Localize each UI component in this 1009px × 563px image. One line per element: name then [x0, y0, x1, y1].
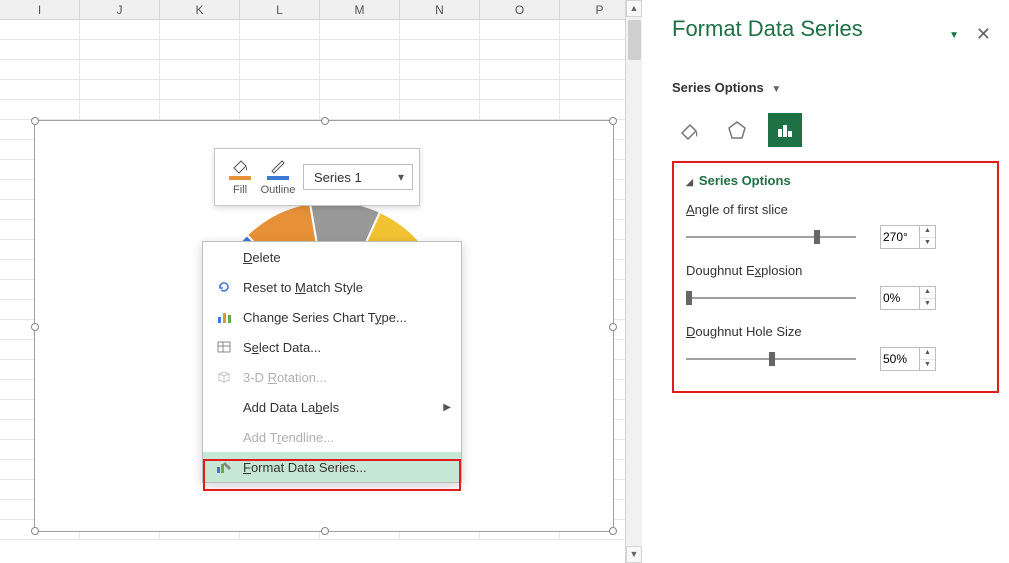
col-hdr-N[interactable]: N [400, 0, 480, 19]
section-header[interactable]: Series Options [686, 173, 979, 188]
pane-category-icons [672, 113, 999, 147]
series-options-section: Series Options Angle of first slice ▲▼ D… [672, 161, 999, 393]
pen-icon [269, 158, 287, 174]
select-data-icon [213, 336, 235, 358]
angle-spinner[interactable]: ▲▼ [880, 225, 936, 249]
col-hdr-I[interactable]: I [0, 0, 80, 19]
hole-input[interactable] [881, 348, 919, 370]
ctx-change-type[interactable]: Change Series Chart Type... [203, 302, 461, 332]
close-icon[interactable]: ✕ [976, 24, 991, 45]
ctx-reset[interactable]: Reset to Match Style [203, 272, 461, 302]
fill-label: Fill [233, 184, 247, 196]
outline-button[interactable]: Outline [259, 158, 297, 196]
explosion-label: Doughnut Explosion [686, 263, 979, 278]
ctx-format-series[interactable]: Format Data Series... [203, 452, 461, 482]
ctx-add-labels[interactable]: Add Data Labels ▶ [203, 392, 461, 422]
resize-handle[interactable] [31, 323, 39, 331]
explosion-input[interactable] [881, 287, 919, 309]
format-pane: Format Data Series ▼ ✕ Series Options ▼ … [672, 16, 999, 393]
col-hdr-L[interactable]: L [240, 0, 320, 19]
scroll-down-button[interactable]: ▼ [626, 546, 642, 563]
hole-label: Doughnut Hole Size [686, 324, 979, 339]
explosion-slider[interactable] [686, 291, 856, 305]
ctx-add-trendline: Add Trendline... [203, 422, 461, 452]
col-hdr-J[interactable]: J [80, 0, 160, 19]
series-selector-value: Series 1 [314, 170, 362, 185]
col-hdr-O[interactable]: O [480, 0, 560, 19]
effects-tab[interactable] [720, 113, 754, 147]
hole-spinner[interactable]: ▲▼ [880, 347, 936, 371]
resize-handle[interactable] [321, 117, 329, 125]
spin-up-icon[interactable]: ▲ [920, 348, 935, 360]
scroll-up-button[interactable]: ▲ [626, 0, 642, 17]
scroll-thumb[interactable] [628, 20, 641, 60]
resize-handle[interactable] [31, 527, 39, 535]
col-hdr-K[interactable]: K [160, 0, 240, 19]
series-options-tab[interactable] [768, 113, 802, 147]
explosion-spinner[interactable]: ▲▼ [880, 286, 936, 310]
spin-up-icon[interactable]: ▲ [920, 287, 935, 299]
angle-input[interactable] [881, 226, 919, 248]
column-headers: I J K L M N O P [0, 0, 641, 20]
spin-down-icon[interactable]: ▼ [920, 360, 935, 371]
angle-slider[interactable] [686, 230, 856, 244]
chevron-down-icon: ▼ [771, 84, 781, 95]
context-menu: Delete Reset to Match Style Change Serie… [202, 241, 462, 483]
format-series-icon [213, 456, 235, 478]
ctx-3d-rotation: 3-D Rotation... [203, 362, 461, 392]
ctx-delete[interactable]: Delete [203, 242, 461, 272]
reset-icon [213, 276, 235, 298]
angle-row: Angle of first slice ▲▼ [686, 202, 979, 249]
resize-handle[interactable] [609, 323, 617, 331]
submenu-arrow-icon: ▶ [443, 402, 451, 413]
resize-handle[interactable] [609, 117, 617, 125]
resize-handle[interactable] [31, 117, 39, 125]
outline-label: Outline [261, 184, 296, 196]
fill-line-tab[interactable] [672, 113, 706, 147]
pane-menu-button[interactable]: ▼ [949, 30, 959, 41]
pane-subtitle[interactable]: Series Options ▼ [672, 80, 999, 95]
chevron-down-icon: ▾ [398, 170, 404, 184]
col-hdr-M[interactable]: M [320, 0, 400, 19]
vertical-scrollbar[interactable]: ▲ ▼ [625, 0, 642, 563]
paint-bucket-icon [231, 158, 249, 174]
hole-slider[interactable] [686, 352, 856, 366]
cube-icon [213, 366, 235, 388]
spin-down-icon[interactable]: ▼ [920, 238, 935, 249]
spin-up-icon[interactable]: ▲ [920, 226, 935, 238]
ctx-select-data[interactable]: Select Data... [203, 332, 461, 362]
series-selector[interactable]: Series 1 ▾ [303, 164, 413, 190]
hole-row: Doughnut Hole Size ▲▼ [686, 324, 979, 371]
pane-subtitle-label: Series Options [672, 80, 764, 95]
resize-handle[interactable] [609, 527, 617, 535]
mini-toolbar: Fill Outline Series 1 ▾ [214, 148, 420, 206]
fill-button[interactable]: Fill [221, 158, 259, 196]
explosion-row: Doughnut Explosion ▲▼ [686, 263, 979, 310]
angle-label: Angle of first slice [686, 202, 979, 217]
chart-type-icon [213, 306, 235, 328]
resize-handle[interactable] [321, 527, 329, 535]
spin-down-icon[interactable]: ▼ [920, 299, 935, 310]
